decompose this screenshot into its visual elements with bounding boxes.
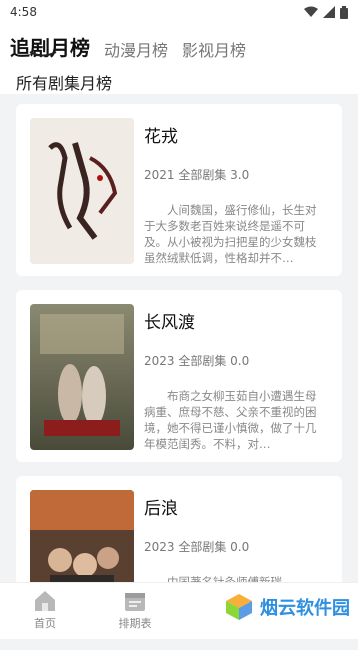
tab-label: 动漫月榜 xyxy=(104,41,169,60)
nav-home[interactable]: 首页 xyxy=(0,583,90,639)
battery-icon xyxy=(340,5,348,19)
tab-label: 影视月榜 xyxy=(182,41,247,60)
item-meta: 2023 全部剧集 0.0 xyxy=(144,540,250,554)
status-icons xyxy=(304,5,348,19)
section-title: 所有剧集月榜 xyxy=(16,74,113,93)
nav-label: 首页 xyxy=(34,617,56,630)
item-title: 花戎 xyxy=(144,127,178,147)
watermark: 烟云软件园 xyxy=(224,592,350,622)
header: 追剧月榜 动漫月榜 影视月榜 所有剧集月榜 xyxy=(0,24,358,94)
item-meta: 2023 全部剧集 0.0 xyxy=(144,354,250,368)
status-time: 4:58 xyxy=(10,5,37,19)
nav-schedule[interactable]: 排期表 xyxy=(90,583,180,639)
list-item[interactable]: 长风渡 2023 全部剧集 0.0 布商之女柳玉茹自小遭遇生母病重、庶母不慈、父… xyxy=(16,290,342,462)
wifi-icon xyxy=(304,6,318,17)
item-meta: 2021 全部剧集 3.0 xyxy=(144,168,250,182)
poster-image xyxy=(30,304,134,450)
home-icon xyxy=(35,591,55,611)
list-item[interactable]: 花戎 2021 全部剧集 3.0 人间魏国，盛行修仙，长生对于大多数老百姓来说终… xyxy=(16,104,342,276)
nav-label: 排期表 xyxy=(118,617,152,630)
item-description: 布商之女柳玉茹自小遭遇生母病重、庶母不慈、父亲不重视的困境，她不得已谨小慎微，做… xyxy=(144,389,317,451)
calendar-icon xyxy=(125,593,145,611)
active-tab-indicator xyxy=(29,51,57,57)
watermark-text: 烟云软件园 xyxy=(260,598,350,619)
item-title: 长风渡 xyxy=(144,313,195,333)
item-title: 后浪 xyxy=(144,499,178,519)
item-description: 人间魏国，盛行修仙，长生对于大多数老百姓来说终是遥不可及。从小被视为扫把星的少女… xyxy=(144,203,317,265)
status-bar: 4:58 xyxy=(0,0,358,24)
cube-logo-icon xyxy=(226,594,252,620)
poster-image xyxy=(30,118,134,264)
tab-anime-monthly[interactable]: 动漫月榜 xyxy=(104,37,168,61)
signal-icon xyxy=(323,6,335,18)
tab-film-monthly[interactable]: 影视月榜 xyxy=(182,37,246,61)
ranking-list: 花戎 2021 全部剧集 3.0 人间魏国，盛行修仙，长生对于大多数老百姓来说终… xyxy=(16,104,342,650)
